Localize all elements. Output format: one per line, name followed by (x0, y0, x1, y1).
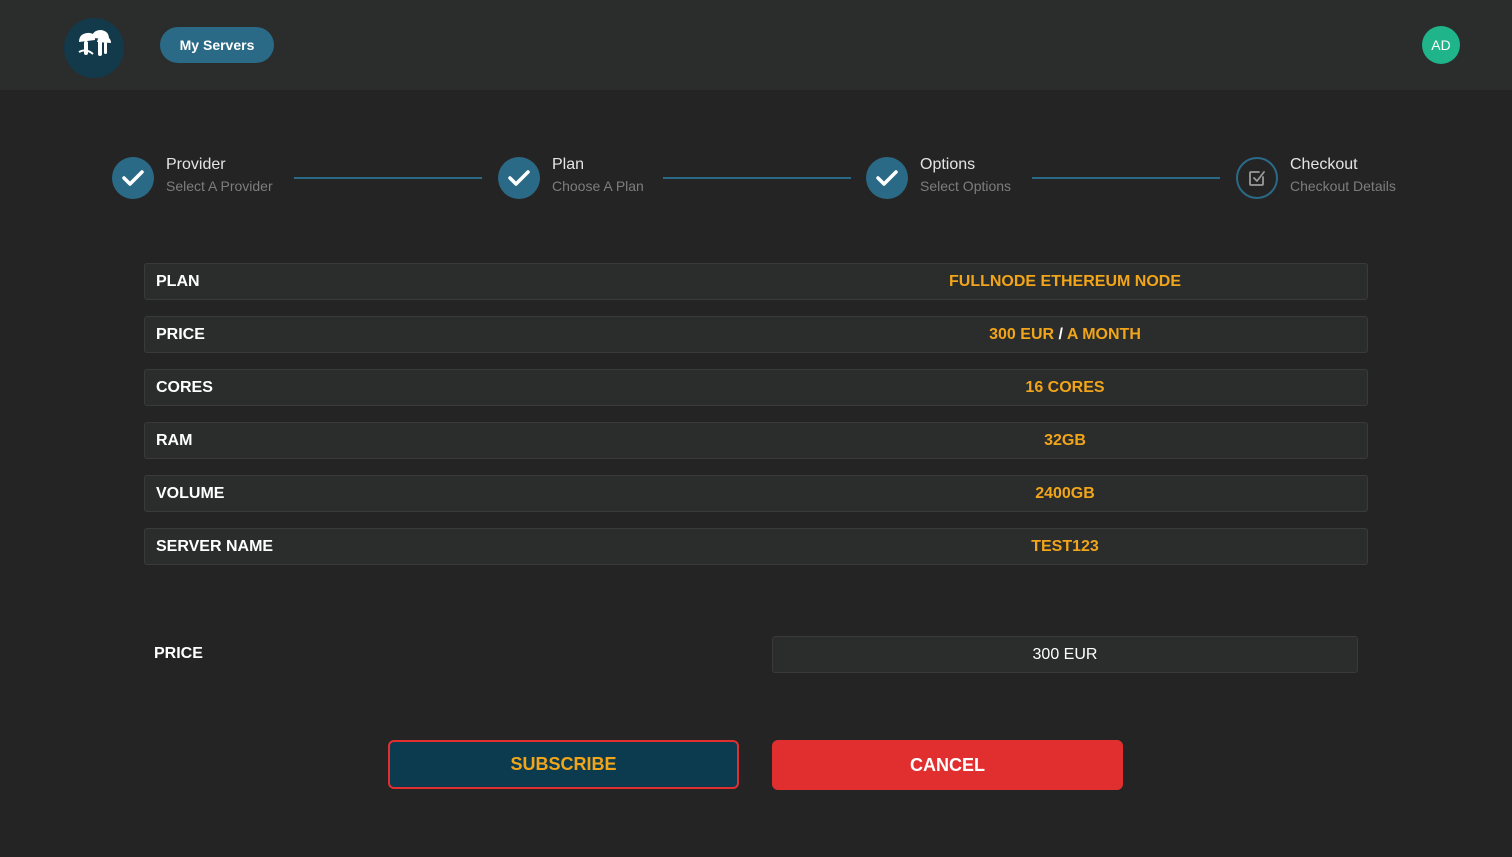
row-value: FULLNODE ETHEREUM NODE (949, 273, 1181, 290)
row-value: 300 EUR / A MONTH (757, 326, 1373, 344)
step-title: Plan (552, 156, 585, 173)
step-subtitle: Select A Provider (166, 178, 273, 194)
summary-row-cores: CORES 16 CORES (144, 369, 1368, 406)
summary-row-volume: VOLUME 2400GB (144, 475, 1368, 512)
avatar[interactable]: AD (1422, 26, 1460, 64)
row-value: 16 CORES (1025, 379, 1105, 396)
step-subtitle: Select Options (920, 178, 1012, 194)
summary-row-server-name: SERVER NAME TEST123 (144, 528, 1368, 565)
row-label: CORES (156, 379, 213, 396)
top-header: My Servers AD (0, 0, 1512, 90)
summary-row-ram: RAM 32GB (144, 422, 1368, 459)
cancel-button[interactable]: CANCEL (772, 740, 1123, 790)
step-connector (1032, 177, 1220, 179)
subscribe-button[interactable]: SUBSCRIBE (388, 740, 739, 789)
row-value: TEST123 (1031, 538, 1099, 555)
row-value: 32GB (1044, 432, 1086, 449)
step-subtitle: Checkout Details (1290, 178, 1396, 194)
price-period: A MONTH (1066, 326, 1141, 343)
row-label: RAM (156, 432, 193, 449)
check-icon (498, 157, 540, 199)
row-label: PLAN (156, 273, 200, 290)
row-label: SERVER NAME (156, 538, 274, 555)
price-separator: / (1058, 326, 1063, 343)
summary-row-plan: PLAN FULLNODE ETHEREUM NODE (144, 263, 1368, 300)
total-price-value: 300 EUR (772, 636, 1358, 673)
summary-row-price: PRICE 300 EUR / A MONTH (144, 316, 1368, 353)
row-label: VOLUME (156, 485, 225, 502)
step-connector (663, 177, 851, 179)
step-subtitle: Choose A Plan (552, 178, 644, 194)
step-title: Checkout (1290, 156, 1358, 173)
checkbox-icon (1236, 157, 1278, 199)
step-connector (294, 177, 482, 179)
mushroom-logo-icon[interactable] (64, 18, 124, 78)
check-icon (866, 157, 908, 199)
check-icon (112, 157, 154, 199)
step-title: Options (920, 156, 976, 173)
my-servers-button[interactable]: My Servers (160, 27, 274, 63)
price-amount: 300 EUR (989, 326, 1055, 343)
row-value: 2400GB (1035, 485, 1095, 502)
total-price-label: PRICE (154, 645, 203, 662)
step-title: Provider (166, 156, 226, 173)
row-label: PRICE (156, 326, 205, 343)
